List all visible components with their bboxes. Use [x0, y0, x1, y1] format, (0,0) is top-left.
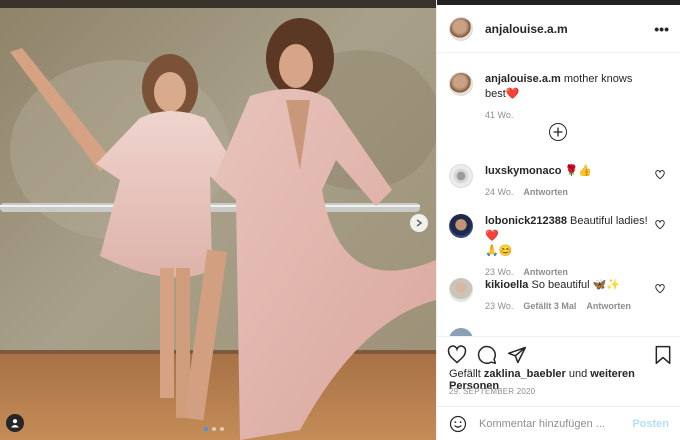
- comment-meta: 24 Wo. Antworten: [485, 185, 649, 200]
- likes-mid: und: [565, 368, 591, 380]
- author-username[interactable]: anjalouise.a.m: [485, 22, 568, 36]
- comment-avatar[interactable]: [449, 214, 473, 238]
- plus-icon: [553, 127, 563, 137]
- post-photo[interactable]: [0, 0, 436, 440]
- comment-item: kikioella So beautiful 🦋✨ 23 Wo. Gefällt…: [449, 278, 671, 314]
- comment-body: lobonick212388 Beautiful ladies!❤️ 🙏😊 23…: [485, 214, 649, 280]
- comment-avatar[interactable]: [449, 328, 473, 336]
- more-horizontal-icon[interactable]: •••: [654, 21, 669, 37]
- comment-likes-count[interactable]: Gefällt 3 Mal: [523, 299, 576, 314]
- post-sidebar: anjalouise.a.m ••• anjalouise.a.m mother…: [436, 0, 680, 440]
- heart-emoji: ❤️: [505, 88, 520, 100]
- comment-text-line2: 🙏😊: [485, 245, 513, 257]
- likes-prefix: Gefällt: [449, 368, 484, 380]
- likes-user[interactable]: zaklina_baebler: [484, 368, 566, 380]
- comment-item-partial: [449, 328, 671, 336]
- comment-time[interactable]: 24 Wo.: [485, 185, 513, 200]
- post-comment-button[interactable]: Posten: [632, 418, 669, 430]
- tagged-users-button[interactable]: [6, 414, 24, 432]
- comment-avatar[interactable]: [449, 278, 473, 302]
- caption-meta: 41 Wo.: [485, 108, 649, 123]
- chevron-right-icon: [416, 219, 423, 227]
- comment-username[interactable]: luxskymonaco: [485, 165, 561, 177]
- carousel-dot: [220, 427, 224, 431]
- caption: anjalouise.a.m mother knows best❤️ 41 Wo…: [449, 72, 671, 123]
- caption-time[interactable]: 41 Wo.: [485, 108, 513, 123]
- comment-like-icon[interactable]: [655, 170, 665, 180]
- carousel-dot-active: [204, 427, 208, 431]
- comment-username[interactable]: kikioella: [485, 279, 528, 291]
- comment-like-icon[interactable]: [655, 284, 665, 294]
- carousel-next-button[interactable]: [410, 214, 428, 232]
- comment-item: lobonick212388 Beautiful ladies!❤️ 🙏😊 23…: [449, 214, 671, 280]
- comment-text: So beautiful 🦋✨: [528, 279, 621, 291]
- paper-plane-icon[interactable]: [507, 345, 527, 365]
- carousel-dot: [212, 427, 216, 431]
- add-comment-bar: Posten: [437, 406, 680, 440]
- post-date[interactable]: 29. SEPTEMBER 2020: [449, 387, 535, 396]
- post-actions: Gefällt zaklina_baebler und weiteren Per…: [437, 336, 680, 406]
- comment-body: kikioella So beautiful 🦋✨ 23 Wo. Gefällt…: [485, 278, 649, 314]
- smiley-icon[interactable]: [449, 415, 467, 433]
- comment-body: luxskymonaco 🌹👍 24 Wo. Antworten: [485, 164, 649, 200]
- reply-button[interactable]: Antworten: [523, 185, 568, 200]
- carousel-indicator: [204, 427, 224, 431]
- comment-like-icon[interactable]: [655, 220, 665, 230]
- reply-button[interactable]: Antworten: [586, 299, 631, 314]
- comments-section: anjalouise.a.m mother knows best❤️ 41 Wo…: [437, 54, 680, 336]
- comment-icon[interactable]: [477, 345, 497, 365]
- comment-item: luxskymonaco 🌹👍 24 Wo. Antworten: [449, 164, 671, 200]
- comment-input[interactable]: [479, 417, 619, 430]
- comment-avatar[interactable]: [449, 164, 473, 188]
- user-icon: [11, 419, 19, 428]
- caption-body: anjalouise.a.m mother knows best❤️ 41 Wo…: [485, 72, 649, 123]
- comment-text: 🌹👍: [561, 165, 592, 177]
- comment-time[interactable]: 23 Wo.: [485, 299, 513, 314]
- author-avatar[interactable]: [449, 16, 473, 41]
- comment-meta: 23 Wo. Gefällt 3 Mal Antworten: [485, 299, 649, 314]
- heart-icon[interactable]: [447, 345, 467, 365]
- comment-username[interactable]: lobonick212388: [485, 215, 567, 227]
- photo-illustration: [0, 0, 436, 440]
- post-header: anjalouise.a.m •••: [437, 5, 680, 53]
- caption-avatar[interactable]: [449, 72, 473, 96]
- caption-username[interactable]: anjalouise.a.m: [485, 73, 561, 85]
- load-more-comments-button[interactable]: [549, 123, 567, 141]
- bookmark-icon[interactable]: [653, 345, 673, 365]
